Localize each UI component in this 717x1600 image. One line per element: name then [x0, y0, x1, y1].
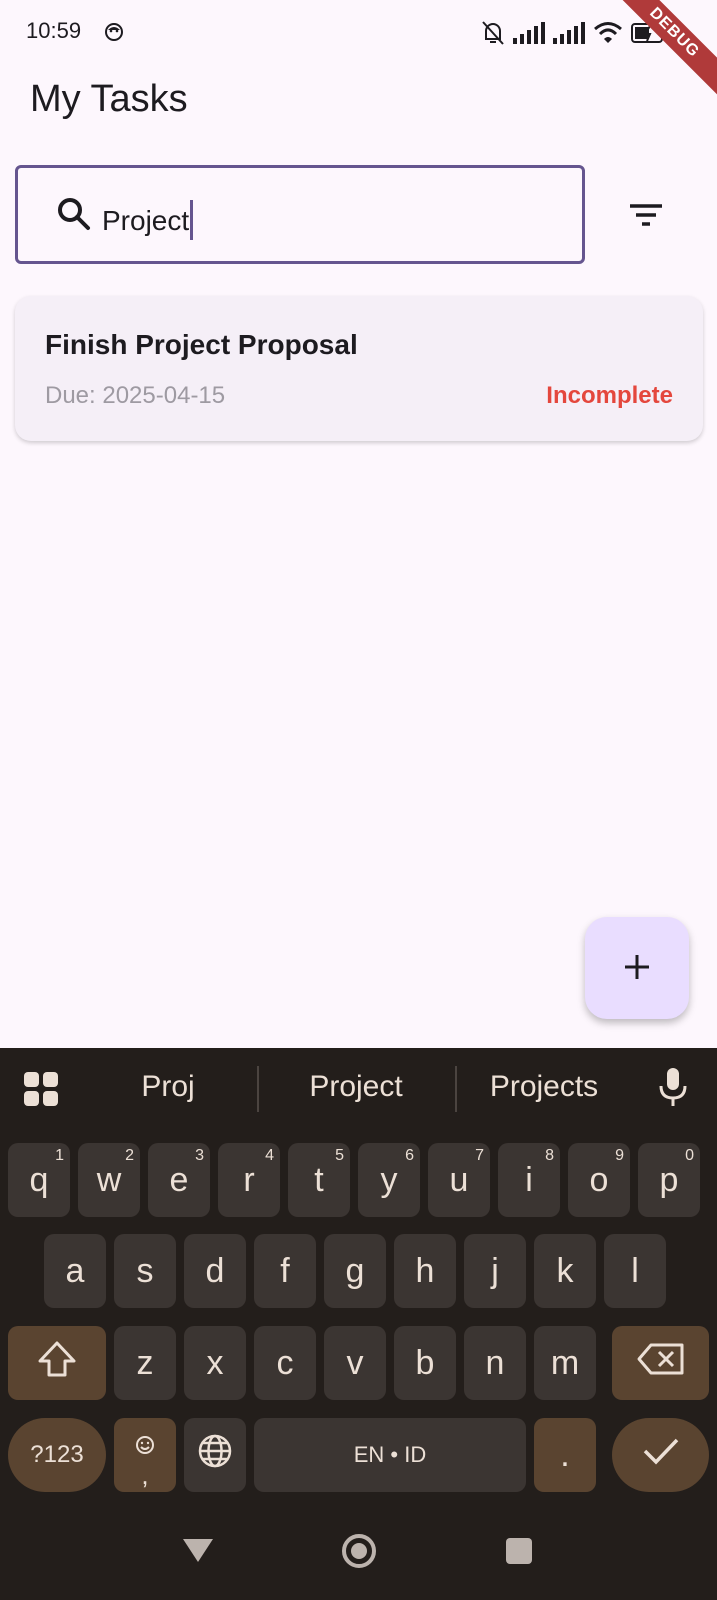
key-f[interactable]: f — [254, 1234, 316, 1308]
key-hint: 5 — [335, 1147, 344, 1164]
key-y[interactable]: y6 — [358, 1143, 420, 1217]
key-hint: 8 — [545, 1147, 554, 1164]
key-l[interactable]: l — [604, 1234, 666, 1308]
signal-icon-2 — [553, 22, 585, 49]
symbols-key[interactable]: ?123 — [8, 1418, 106, 1492]
key-hint: 1 — [55, 1147, 64, 1164]
signal-icon — [513, 22, 545, 49]
add-task-button[interactable] — [585, 917, 689, 1019]
key-hint: 6 — [405, 1147, 414, 1164]
filter-button[interactable] — [620, 190, 672, 240]
task-due-date: Due: 2025-04-15 — [45, 382, 226, 409]
key-hint: 4 — [265, 1147, 274, 1164]
key-u[interactable]: u7 — [428, 1143, 490, 1217]
key-x[interactable]: x — [184, 1326, 246, 1400]
bell-off-icon — [481, 20, 505, 51]
key-c[interactable]: c — [254, 1326, 316, 1400]
system-nav-bar — [0, 1516, 717, 1600]
search-value-text: Project — [102, 205, 190, 236]
key-hint: 3 — [195, 1147, 204, 1164]
suggestion-divider — [455, 1066, 457, 1112]
suggestion-3[interactable]: Projects — [464, 1070, 624, 1104]
recents-nav-icon[interactable] — [505, 1537, 533, 1570]
task-title: Finish Project Proposal — [45, 329, 358, 360]
key-z[interactable]: z — [114, 1326, 176, 1400]
key-g[interactable]: g — [324, 1234, 386, 1308]
key-o[interactable]: o9 — [568, 1143, 630, 1217]
status-icons — [481, 20, 667, 51]
language-key[interactable] — [184, 1418, 246, 1492]
enter-key[interactable] — [612, 1418, 709, 1492]
search-icon — [56, 196, 92, 237]
key-n[interactable]: n — [464, 1326, 526, 1400]
backspace-icon — [637, 1342, 685, 1385]
key-m[interactable]: m — [534, 1326, 596, 1400]
task-status-badge: Incomplete — [546, 382, 673, 409]
debug-banner: DEBUG — [604, 0, 717, 103]
key-label: i — [525, 1160, 533, 1199]
key-label: u — [449, 1160, 469, 1199]
key-s[interactable]: s — [114, 1234, 176, 1308]
backspace-key[interactable] — [612, 1326, 709, 1400]
filter-icon — [620, 204, 672, 244]
suggestion-1[interactable]: Proj — [88, 1070, 248, 1104]
emoji-comma-key[interactable]: , — [114, 1418, 176, 1492]
key-b[interactable]: b — [394, 1326, 456, 1400]
apps-grid-icon[interactable] — [22, 1070, 60, 1113]
key-label: p — [659, 1160, 679, 1199]
comma-label: , — [141, 1459, 149, 1490]
key-hint: 9 — [615, 1147, 624, 1164]
key-j[interactable]: j — [464, 1234, 526, 1308]
key-label: y — [380, 1160, 398, 1199]
shift-icon — [37, 1340, 77, 1387]
suggestion-2[interactable]: Project — [276, 1070, 436, 1104]
home-nav-icon[interactable] — [340, 1532, 378, 1575]
notification-face-icon — [104, 22, 124, 47]
key-label: w — [96, 1160, 122, 1199]
search-input-value: Project — [102, 200, 194, 240]
key-hint: 7 — [475, 1147, 484, 1164]
key-d[interactable]: d — [184, 1234, 246, 1308]
back-nav-icon[interactable] — [181, 1536, 215, 1569]
soft-keyboard: Proj Project Projects q1 w2 e3 r4 t5 y6 … — [0, 1048, 717, 1600]
key-r[interactable]: r4 — [218, 1143, 280, 1217]
shift-key[interactable] — [8, 1326, 106, 1400]
text-cursor — [190, 200, 194, 240]
key-label: r — [243, 1160, 255, 1199]
key-h[interactable]: h — [394, 1234, 456, 1308]
space-key[interactable]: EN • ID — [254, 1418, 526, 1492]
search-input[interactable]: Project — [15, 165, 585, 264]
key-label: e — [169, 1160, 189, 1199]
key-k[interactable]: k — [534, 1234, 596, 1308]
key-i[interactable]: i8 — [498, 1143, 560, 1217]
key-p[interactable]: p0 — [638, 1143, 700, 1217]
status-time: 10:59 — [26, 18, 82, 43]
key-e[interactable]: e3 — [148, 1143, 210, 1217]
page-title: My Tasks — [30, 78, 188, 120]
globe-icon — [197, 1433, 233, 1478]
key-label: q — [29, 1160, 49, 1199]
key-label: t — [314, 1160, 324, 1199]
microphone-icon[interactable] — [658, 1066, 688, 1115]
task-card[interactable]: Finish Project Proposal Due: 2025-04-15 … — [15, 296, 703, 441]
key-w[interactable]: w2 — [78, 1143, 140, 1217]
key-q[interactable]: q1 — [8, 1143, 70, 1217]
key-hint: 0 — [685, 1147, 694, 1164]
plus-icon — [621, 951, 653, 988]
key-v[interactable]: v — [324, 1326, 386, 1400]
period-key[interactable]: . — [534, 1418, 596, 1492]
key-label: o — [589, 1160, 609, 1199]
wifi-icon — [593, 21, 623, 50]
key-t[interactable]: t5 — [288, 1143, 350, 1217]
suggestion-divider — [257, 1066, 259, 1112]
key-a[interactable]: a — [44, 1234, 106, 1308]
key-hint: 2 — [125, 1147, 134, 1164]
emoji-icon — [135, 1425, 155, 1464]
suggestion-bar: Proj Project Projects — [0, 1048, 717, 1130]
check-icon — [642, 1436, 680, 1475]
